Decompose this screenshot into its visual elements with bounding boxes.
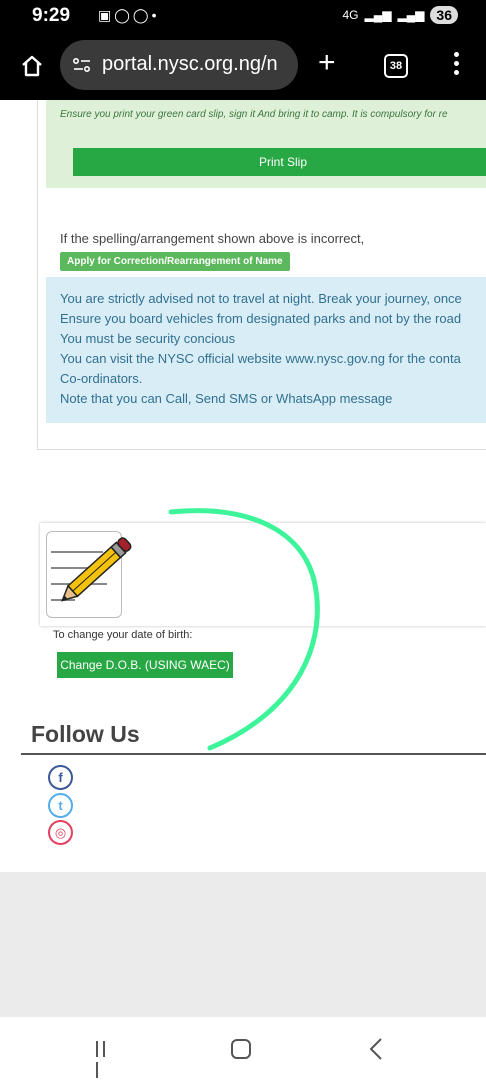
follow-divider — [21, 753, 486, 755]
status-time: 9:29 — [32, 5, 71, 26]
whatsapp-icon: ◯ — [114, 7, 130, 23]
status-right: 4G ▂▄▆ ▂▄▆ 36 — [342, 6, 458, 24]
signal-icon: ▂▄▆ — [364, 8, 392, 22]
notification-icon: ▣ — [98, 7, 112, 23]
back-icon[interactable] — [368, 1037, 384, 1061]
correction-text: If the spelling/arrangement shown above … — [60, 231, 365, 246]
advisory-line: Co-ordinators. — [60, 371, 143, 386]
panel-border-bottom — [37, 449, 486, 450]
page-footer — [0, 872, 486, 1017]
apply-correction-button[interactable]: Apply for Correction/Rearrangement of Na… — [60, 252, 290, 271]
signal-icon-2: ▂▄▆ — [397, 8, 425, 22]
print-note: Ensure you print your green card slip, s… — [60, 109, 448, 120]
dot-icon: • — [151, 7, 157, 23]
twitter-icon[interactable]: t — [48, 793, 73, 818]
browser-toolbar: portal.nysc.org.ng/n + 38 — [0, 34, 486, 100]
facebook-icon[interactable]: f — [48, 765, 73, 790]
status-bar: 9:29 ▣ ◯ ◯ • 4G ▂▄▆ ▂▄▆ 36 — [0, 0, 486, 34]
battery-badge: 36 — [430, 6, 458, 24]
print-notice-box: Ensure you print your green card slip, s… — [46, 100, 486, 188]
recent-apps-icon[interactable] — [96, 1041, 116, 1078]
dob-label: To change your date of birth: — [53, 629, 193, 641]
whatsapp-business-icon: ◯ — [132, 7, 149, 23]
system-nav-bar — [0, 1017, 486, 1080]
panel-border — [37, 100, 38, 450]
url-text: portal.nysc.org.ng/n — [102, 53, 278, 75]
advisory-line: You must be security concious — [60, 331, 236, 346]
plus-icon[interactable]: + — [318, 48, 336, 78]
advisory-line: Ensure you board vehicles from designate… — [60, 311, 462, 326]
more-vertical-icon[interactable] — [450, 50, 462, 80]
print-slip-button[interactable]: Print Slip — [73, 148, 486, 176]
home-nav-icon[interactable] — [231, 1039, 251, 1059]
pencil-notepad-icon — [46, 531, 132, 618]
site-settings-icon[interactable] — [72, 55, 92, 75]
advisory-line: You can visit the NYSC official website … — [60, 351, 461, 366]
network-label: 4G — [342, 8, 359, 22]
advisory-box: You are strictly advised not to travel a… — [46, 277, 486, 423]
change-dob-button[interactable]: Change D.O.B. (USING WAEC) — [57, 652, 233, 678]
follow-us-title: Follow Us — [31, 721, 140, 747]
advisory-line: You are strictly advised not to travel a… — [60, 291, 462, 306]
home-icon[interactable] — [20, 54, 44, 78]
advisory-line: Note that you can Call, Send SMS or What… — [60, 391, 393, 406]
tab-switcher-button[interactable]: 38 — [384, 54, 408, 78]
instagram-icon[interactable]: ◎ — [48, 820, 73, 845]
notification-icons: ▣ ◯ ◯ • — [98, 7, 156, 24]
dob-card — [40, 523, 486, 626]
address-bar[interactable]: portal.nysc.org.ng/n — [60, 40, 298, 90]
